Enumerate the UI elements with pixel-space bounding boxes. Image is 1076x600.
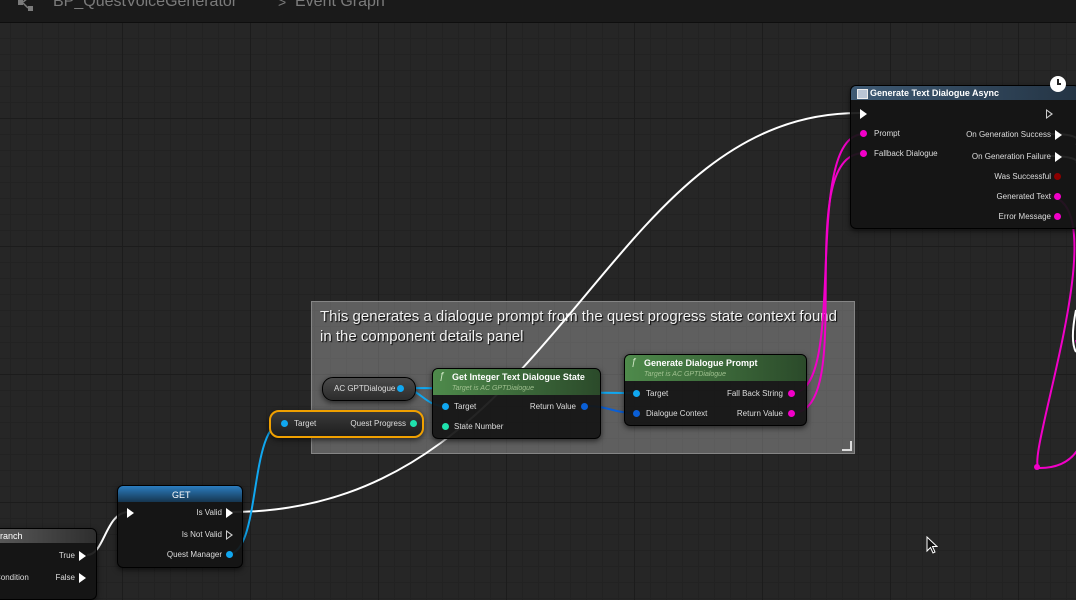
breadcrumb-separator: > [278,0,287,10]
wire-string-generated [1036,195,1076,470]
ac-gptdialogue-out-pin[interactable] [397,385,404,392]
node-quest-progress[interactable]: Target Quest Progress [269,410,424,438]
node-ac-gptdialogue[interactable]: AC GPTDialogue [322,377,416,401]
function-icon: ƒ [439,371,445,382]
pin-on-generation-failure[interactable]: On Generation Failure [972,151,1062,163]
comment-resize-handle[interactable] [842,441,852,451]
pin-false[interactable]: False [55,572,86,584]
mouse-cursor-icon [926,536,938,554]
event-graph-canvas[interactable]: BP_QuestVoiceGenerator > Event Graph Thi… [0,0,1076,600]
pin-on-generation-success[interactable]: On Generation Success [966,129,1062,141]
pin-target[interactable]: Target [442,401,476,413]
async-node-icon [857,89,868,99]
pin-return-value[interactable]: Return Value [530,401,588,413]
exec-in-pin[interactable] [860,109,867,119]
pin-fall-back-string[interactable]: Fall Back String [727,388,795,400]
node-branch[interactable]: Branch True Condition False [0,528,97,600]
pin-true[interactable]: True [59,550,86,562]
blueprint-graph-icon [18,0,33,11]
node-header: Generate Text Dialogue Async [851,86,1076,100]
node-header: ƒ Get Integer Text Dialogue State Target… [433,369,600,395]
pin-is-valid[interactable]: Is Valid [196,507,233,519]
pin-generated-text[interactable]: Generated Text [996,191,1061,203]
function-icon: ƒ [631,357,637,368]
pin-quest-progress[interactable]: Quest Progress [350,418,417,430]
pin-target[interactable]: Target [281,418,316,430]
node-generate-text-dialogue-async[interactable]: Generate Text Dialogue Async Prompt Fall… [850,85,1076,229]
node-generate-dialogue-prompt[interactable]: ƒ Generate Dialogue Prompt Target is AC … [624,354,807,426]
pin-target[interactable]: Target [633,388,668,400]
node-header: ƒ Generate Dialogue Prompt Target is AC … [625,355,806,381]
pin-quest-manager[interactable]: Quest Manager [167,549,233,561]
pin-condition[interactable]: Condition [0,572,29,584]
comment-text[interactable]: This generates a dialogue prompt from th… [312,302,852,347]
pin-state-number[interactable]: State Number [442,421,503,433]
latent-clock-icon [1050,76,1066,92]
pin-fallback-dialogue[interactable]: Fallback Dialogue [860,148,938,160]
breadcrumb-blueprint[interactable]: BP_QuestVoiceGenerator [53,0,237,11]
pin-was-successful[interactable]: Was Successful [994,171,1061,183]
breadcrumb: BP_QuestVoiceGenerator > Event Graph [0,0,1076,23]
pin-is-not-valid[interactable]: Is Not Valid [182,529,233,541]
pin-error-message[interactable]: Error Message [999,211,1061,223]
node-get-integer-text-dialogue-state[interactable]: ƒ Get Integer Text Dialogue State Target… [432,368,601,439]
node-header: Branch [0,529,96,543]
exec-then-pin[interactable] [1046,109,1053,119]
node-get[interactable]: GET Is Valid Is Not Valid Quest Manager [117,485,243,568]
pin-return-value[interactable]: Return Value [737,408,795,420]
pin-prompt[interactable]: Prompt [860,128,900,140]
exec-in-pin[interactable] [127,508,134,518]
pin-dialogue-context[interactable]: Dialogue Context [633,408,707,420]
breadcrumb-graph[interactable]: Event Graph [295,0,385,11]
node-header: GET [118,486,242,502]
